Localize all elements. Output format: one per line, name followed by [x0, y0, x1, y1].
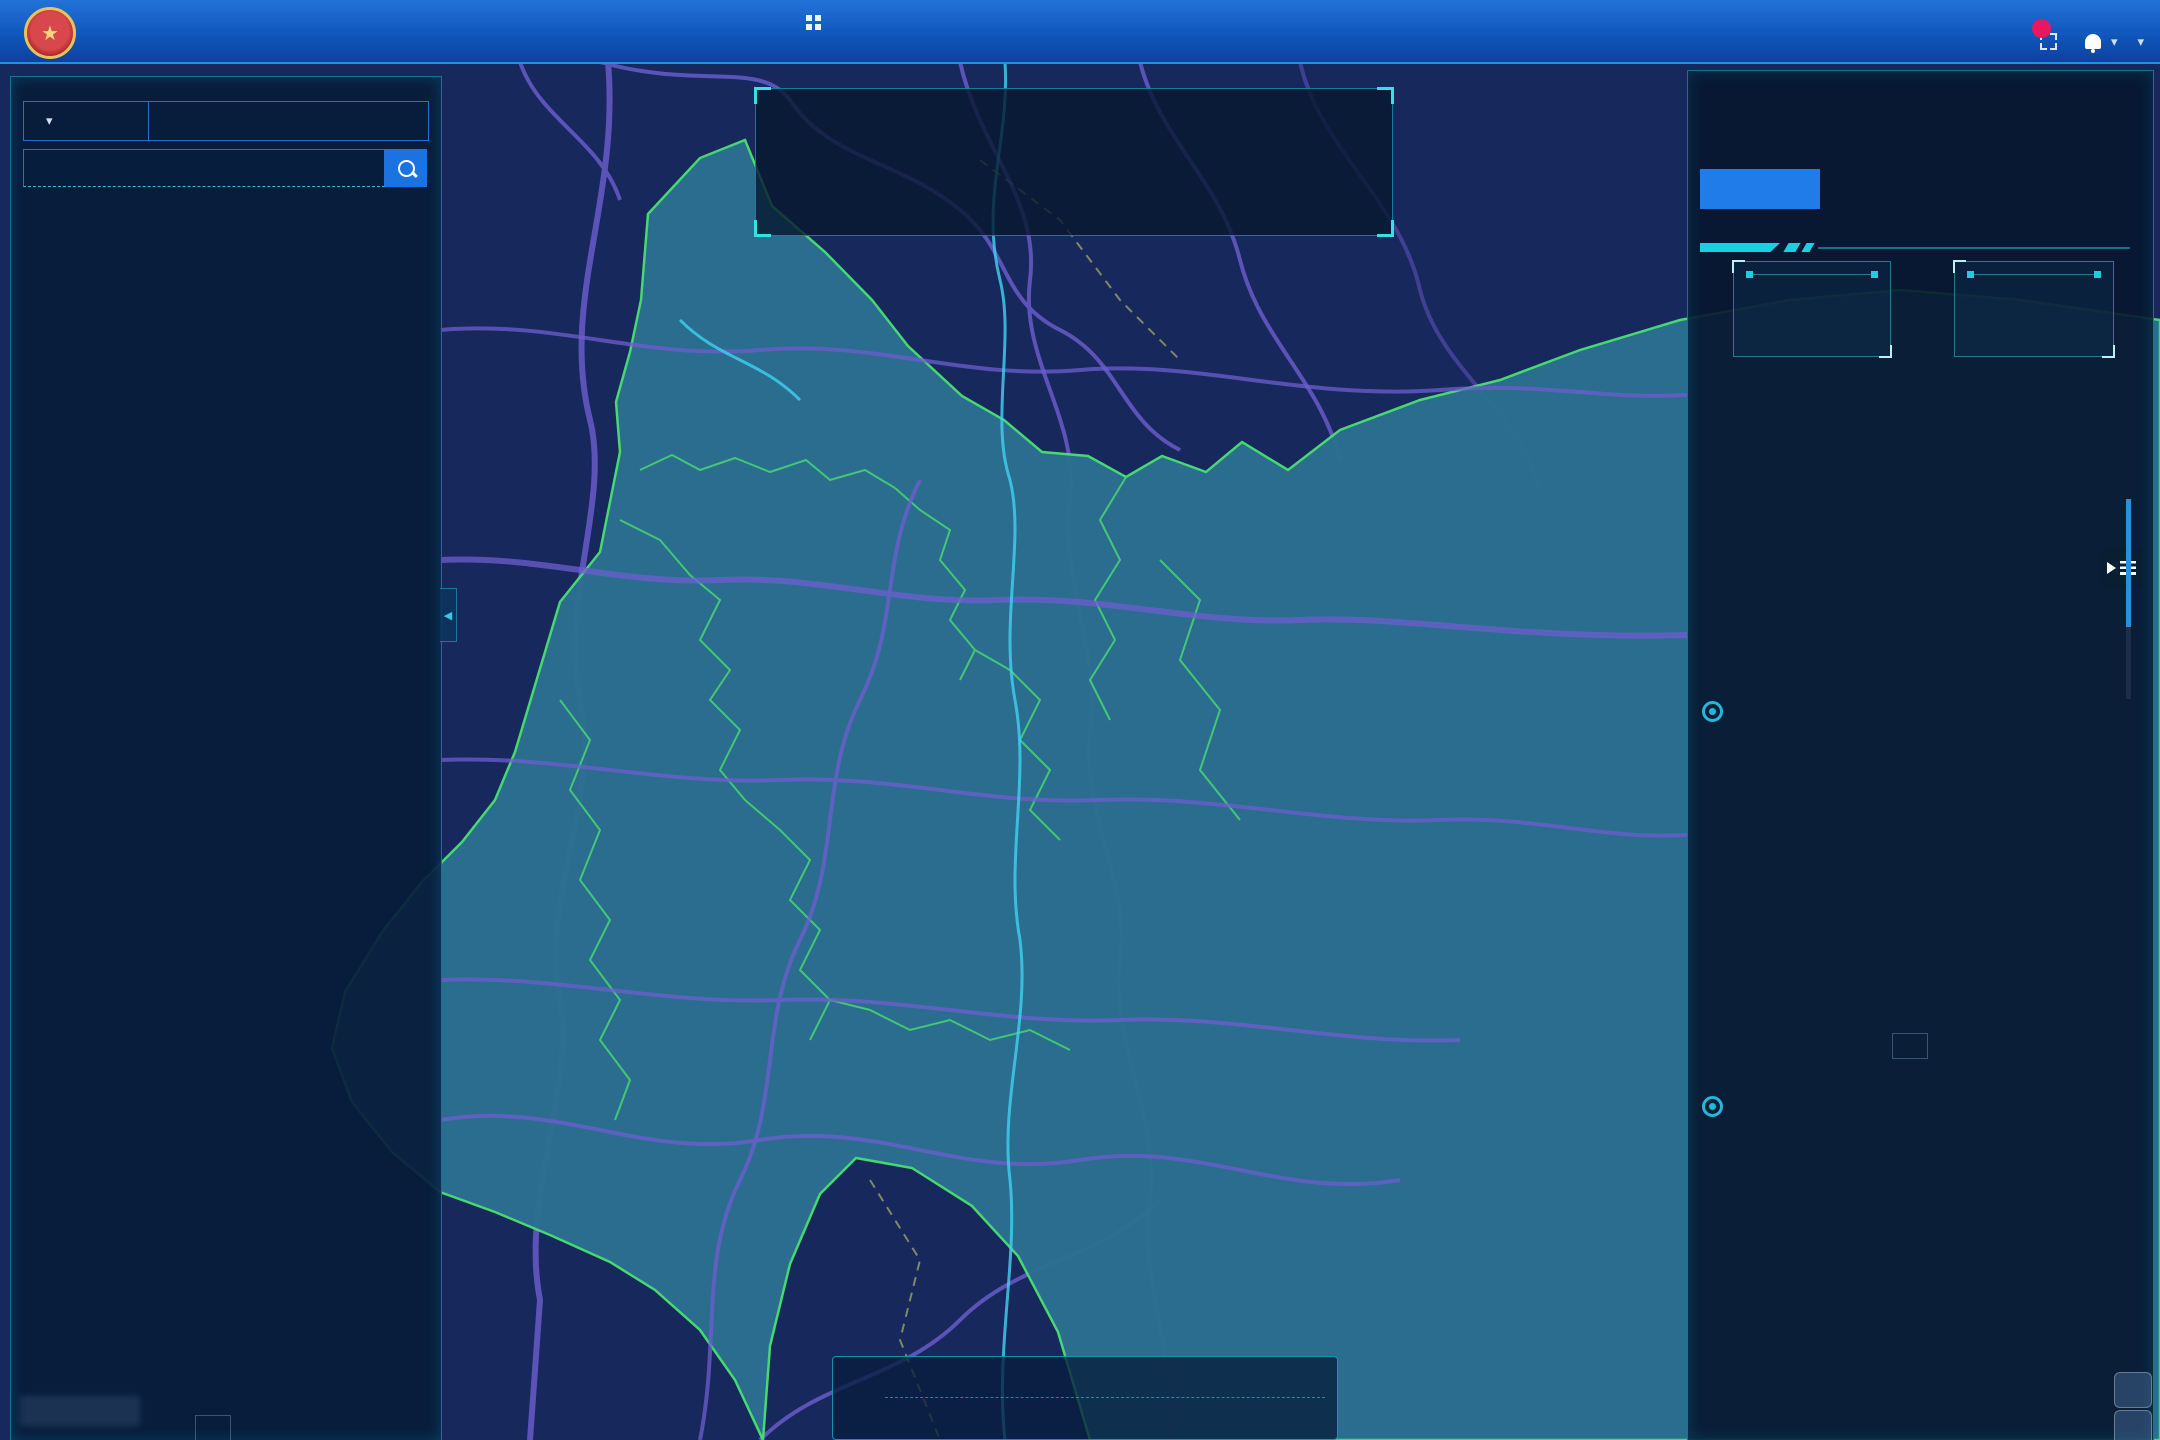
company-list-sidebar: ▾ [10, 76, 442, 1440]
collapse-panel-icon[interactable] [2099, 549, 2143, 587]
sidebar-collapse-handle[interactable]: ◀ [440, 588, 457, 642]
safety-commitment-box [1733, 261, 1891, 357]
trend-section-header [1702, 1096, 1733, 1117]
map-zoom-out-button[interactable] [2114, 1410, 2152, 1440]
header-right-controls: ▾ ▾ [2040, 33, 2144, 50]
search-icon [398, 160, 415, 177]
bell-icon[interactable] [2085, 34, 2101, 49]
district-filter[interactable]: ▾ [23, 101, 429, 141]
map-zoom-in-button[interactable] [2114, 1372, 2152, 1408]
divider [1969, 274, 2099, 275]
grid-menu-icon [806, 15, 812, 21]
map-legend-panel [832, 1356, 1338, 1440]
detector-stats-panel [755, 88, 1393, 236]
chevron-down-icon[interactable]: ▾ [2137, 34, 2144, 50]
hazard-source-section-header [1702, 701, 1733, 722]
current-page-input[interactable] [1892, 1033, 1928, 1059]
divider [1748, 274, 1876, 275]
system-nav-menu[interactable] [806, 21, 829, 27]
3d-tour-button[interactable] [1700, 169, 1820, 209]
current-risk-box [1954, 261, 2114, 357]
chevron-down-icon[interactable]: ▾ [2111, 34, 2118, 50]
decor-divider [1700, 243, 2130, 253]
legend-divider [885, 1397, 1325, 1398]
app-root: ★ ▾ ▾ ▾ [0, 0, 2160, 1440]
company-card-list [23, 193, 429, 1373]
scrollbar[interactable] [2126, 499, 2131, 699]
section-bullet-icon [1702, 701, 1723, 722]
search-row [23, 149, 427, 187]
app-logo-emblem: ★ [24, 7, 76, 59]
search-input[interactable] [23, 149, 385, 187]
sidebar-pagination [11, 1415, 441, 1440]
section-bullet-icon [1702, 1096, 1723, 1117]
chevron-down-icon: ▾ [46, 113, 53, 129]
current-page-input[interactable] [195, 1415, 231, 1440]
search-button[interactable] [385, 149, 427, 187]
company-detail-panel [1687, 70, 2154, 1440]
app-header: ★ ▾ ▾ [0, 0, 2160, 64]
detail-pagination [1688, 1033, 2153, 1059]
notification-badge [2032, 19, 2051, 38]
